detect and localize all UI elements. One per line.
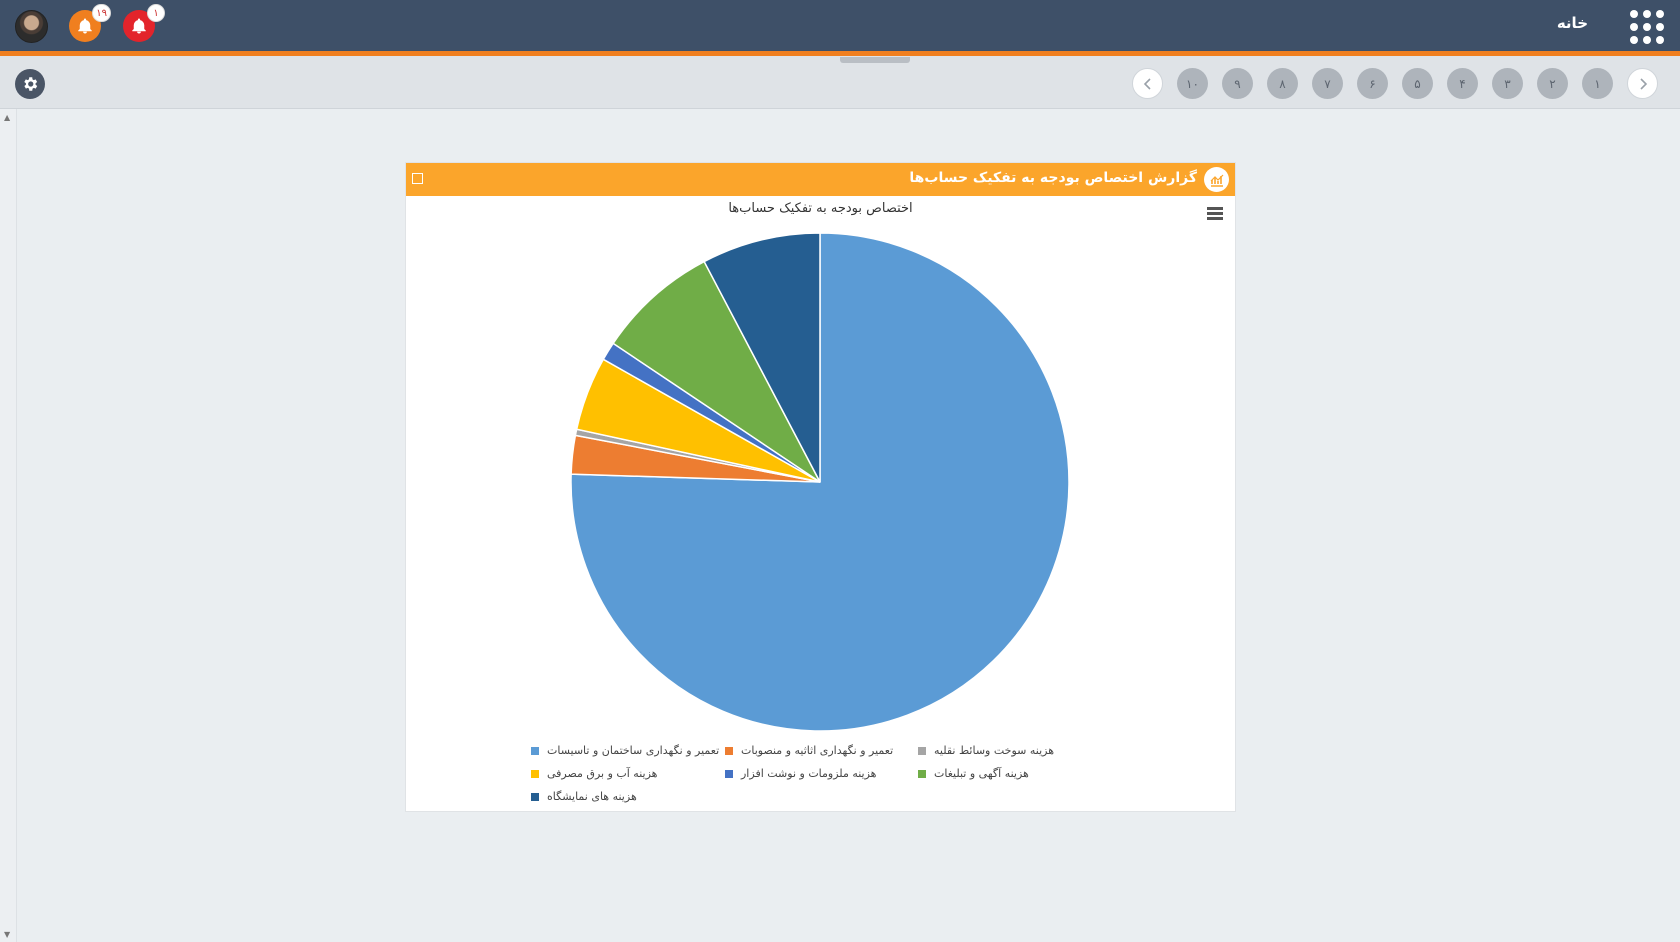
legend-item-2[interactable]: تعمیر و نگهداری اثاثیه و منصوبات: [725, 744, 893, 757]
pager-page-5[interactable]: ۵: [1402, 68, 1433, 99]
drag-handle[interactable]: [840, 57, 910, 63]
gear-icon: [24, 77, 38, 91]
top-bar: ۱۹ ۱ خانه: [0, 0, 1680, 56]
pager-page-2[interactable]: ۲: [1537, 68, 1568, 99]
notification-count-badge: ۱۹: [92, 4, 111, 22]
pager-page-6[interactable]: ۶: [1357, 68, 1388, 99]
legend-item-4[interactable]: هزینه آب و برق مصرفی: [531, 767, 657, 780]
legend-label: هزینه آب و برق مصرفی: [547, 767, 658, 780]
chevron-right-icon: [1639, 77, 1647, 90]
toolbar: ۱۰ ۹ ۸ ۷ ۶ ۵ ۴ ۳ ۲ ۱: [0, 56, 1680, 109]
pager-next-button[interactable]: [1132, 68, 1163, 99]
legend-item-3[interactable]: هزینه سوخت وسائط نقلیه: [918, 744, 1054, 757]
pager-page-1[interactable]: ۱: [1582, 68, 1613, 99]
pager-page-4[interactable]: ۴: [1447, 68, 1478, 99]
legend-swatch: [725, 769, 733, 778]
alert-count-badge: ۱: [147, 4, 165, 22]
settings-gear-button[interactable]: [15, 69, 45, 99]
legend-label: هزینه سوخت وسائط نقلیه: [934, 744, 1055, 757]
legend-label: هزینه ملزومات و نوشت افزار: [741, 767, 877, 780]
scroll-up-arrow-icon[interactable]: ▲: [4, 113, 10, 122]
bell-icon: [78, 18, 92, 34]
pager-page-10[interactable]: ۱۰: [1177, 68, 1208, 99]
legend-swatch: [531, 792, 539, 801]
pager-page-8[interactable]: ۸: [1267, 68, 1298, 99]
legend-swatch: [918, 746, 926, 755]
legend-item-7[interactable]: هزینه های نمایشگاه: [531, 790, 637, 803]
legend-swatch: [725, 746, 733, 755]
apps-grid-icon[interactable]: [1630, 10, 1664, 44]
legend-swatch: [918, 769, 926, 778]
legend-label: تعمیر و نگهداری اثاثیه و منصوبات: [741, 744, 894, 757]
scrollbar[interactable]: [0, 109, 17, 942]
home-link[interactable]: خانه: [1557, 14, 1588, 32]
bell-icon: [132, 18, 146, 34]
alerts-bell-button[interactable]: ۱: [123, 4, 165, 42]
chevron-left-icon: [1143, 77, 1151, 90]
scroll-down-arrow-icon[interactable]: ▼: [4, 930, 10, 939]
chart-legend: تعمیر و نگهداری ساختمان و تاسیسات تعمیر و…: [531, 744, 1111, 814]
user-avatar[interactable]: [15, 10, 48, 43]
pager-prev-button[interactable]: [1627, 68, 1658, 99]
notifications-bell-button[interactable]: ۱۹: [69, 4, 111, 42]
legend-label: هزینه های نمایشگاه: [547, 790, 637, 803]
legend-item-6[interactable]: هزینه آگهی و تبلیغات: [918, 767, 1029, 780]
pager-page-9[interactable]: ۹: [1222, 68, 1253, 99]
report-panel: گزارش اختصاص بودجه به تفکیک حساب‌ها اختص…: [405, 162, 1236, 812]
legend-swatch: [531, 746, 539, 755]
legend-item-1[interactable]: تعمیر و نگهداری ساختمان و تاسیسات: [531, 744, 719, 757]
pie-chart: [570, 232, 1070, 732]
pager-page-7[interactable]: ۷: [1312, 68, 1343, 99]
legend-swatch: [531, 769, 539, 778]
pager-page-3[interactable]: ۳: [1492, 68, 1523, 99]
legend-label: تعمیر و نگهداری ساختمان و تاسیسات: [547, 744, 720, 757]
legend-label: هزینه آگهی و تبلیغات: [934, 767, 1029, 780]
legend-item-5[interactable]: هزینه ملزومات و نوشت افزار: [725, 767, 876, 780]
